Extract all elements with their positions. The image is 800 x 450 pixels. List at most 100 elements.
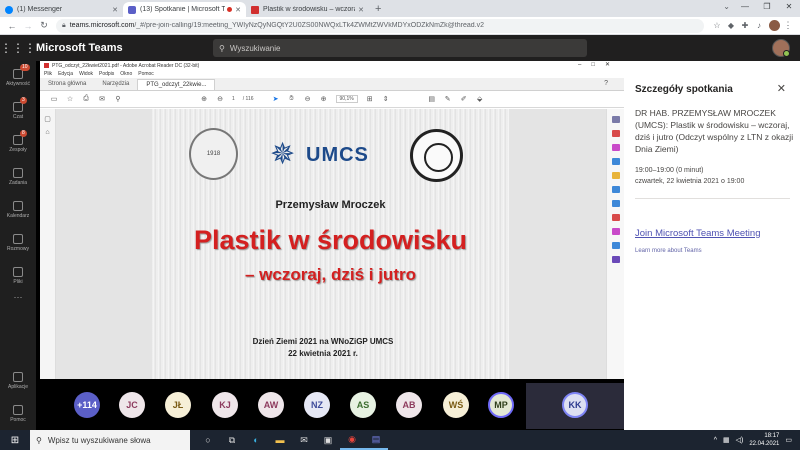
participant-avatar[interactable]: JŁ xyxy=(165,392,191,418)
app-launcher-icon[interactable]: ⋮⋮⋮ xyxy=(0,41,36,55)
tab-pdf[interactable]: Plastik w środowisku – wczoraj, d ✕ xyxy=(246,2,369,17)
teams-taskbar-icon[interactable]: ▤ xyxy=(364,430,388,450)
tab-search-icon[interactable]: ⌄ xyxy=(723,2,730,11)
maximize-icon[interactable]: ❐ xyxy=(756,0,778,14)
rail-label: Zespoły xyxy=(9,146,27,153)
comment-icon: ▤ xyxy=(428,96,436,103)
back-icon[interactable]: ← xyxy=(4,21,20,31)
network-icon[interactable]: ▦ xyxy=(723,436,730,444)
files-icon xyxy=(13,266,23,277)
volume-icon[interactable]: ◁) xyxy=(736,436,744,444)
rail-item-calendar[interactable]: Kalendarz xyxy=(0,193,36,226)
store-icon[interactable]: ▣ xyxy=(316,430,340,450)
participant-avatar[interactable]: JC xyxy=(119,392,145,418)
rail-item-teams[interactable]: 8 Zespoły xyxy=(0,127,36,160)
notifications-icon[interactable]: ▭ xyxy=(785,436,792,444)
forward-icon[interactable]: → xyxy=(20,21,36,31)
mail-icon[interactable]: ✉ xyxy=(292,430,316,450)
windows-taskbar: ⊞ ⚲ Wpisz tu wyszukiwane słowa ○ ⧉ ◐ ▬ ✉… xyxy=(0,430,800,450)
rail-item-activity[interactable]: 10 Aktywność xyxy=(0,61,36,94)
url-path: /_#/pre-join-calling/19:meeting_YWIyNzQy… xyxy=(134,22,484,29)
participant-avatar[interactable]: AW xyxy=(258,392,284,418)
participant-avatar[interactable]: KJ xyxy=(212,392,238,418)
search-input[interactable]: ⚲ Wyszukiwanie xyxy=(213,39,587,57)
new-tab-icon[interactable]: + xyxy=(369,2,387,17)
page-down-icon: ⊖ xyxy=(217,96,223,103)
media-icon[interactable]: ♪ xyxy=(752,21,766,30)
ptg-seal-logo: 1918 xyxy=(189,128,238,180)
search-icon: ⚲ xyxy=(219,43,225,53)
slide-title: Plastik w środowisku xyxy=(193,225,468,255)
acrobat-tab-home: Strona główna xyxy=(48,81,87,87)
help-icon xyxy=(13,404,23,415)
zoom-level: 90,1% xyxy=(335,95,358,103)
chevron-up-icon[interactable]: ^ xyxy=(714,437,717,444)
reload-icon[interactable]: ↻ xyxy=(36,20,52,31)
acrobat-window-controls: –□✕ xyxy=(578,62,620,68)
acrobat-toolbar: ▭ ☆ ⎙ ✉ ⚲ ⊕ ⊖ 1 / 116 ➤ ✋︎ ⊖ ⊕ 90,1% ⊞ ⇕… xyxy=(40,91,624,108)
details-title: Szczegóły spotkania xyxy=(635,84,733,95)
rail-item-calls[interactable]: Rozmowy xyxy=(0,226,36,259)
page-total: / 116 xyxy=(242,96,254,102)
shared-acrobat-window: PTG_odczyt_22kwiet2021.pdf - Adobe Acrob… xyxy=(40,61,624,379)
browser-tab-strip: (1) Messenger ✕ (13) Spotkanie | Microso… xyxy=(0,0,800,17)
participant-avatar[interactable]: AB xyxy=(396,392,422,418)
self-video-tile: KK xyxy=(526,383,624,429)
more-apps-icon[interactable]: ··· xyxy=(0,292,36,310)
rail-item-help[interactable]: Pomoc xyxy=(0,397,36,430)
umcs-logo-text: UMCS xyxy=(306,143,369,166)
bookmark-star-icon: ☆ xyxy=(66,96,74,103)
taskbar-apps: ○ ⧉ ◐ ▬ ✉ ▣ ◉ ▤ xyxy=(196,430,388,450)
chrome-icon[interactable]: ◉ xyxy=(340,430,364,450)
profile-avatar[interactable] xyxy=(769,20,780,31)
file-explorer-icon[interactable]: ▬ xyxy=(268,430,292,450)
star-icon[interactable]: ☆ xyxy=(710,21,724,30)
task-view-icon[interactable]: ⧉ xyxy=(220,430,244,450)
sign-icon: ⬙ xyxy=(477,96,483,103)
windows-start-icon[interactable]: ⊞ xyxy=(0,435,30,446)
menu-kebab-icon[interactable]: ⋮ xyxy=(780,20,796,31)
rail-label: Rozmowy xyxy=(7,245,29,252)
rail-item-files[interactable]: Pliki xyxy=(0,259,36,292)
participant-avatar[interactable]: NZ xyxy=(304,392,330,418)
rail-label: Kalendarz xyxy=(6,212,30,219)
phone-icon xyxy=(13,233,23,244)
tab-messenger[interactable]: (1) Messenger ✕ xyxy=(0,2,123,17)
more-participants-button[interactable]: +114 xyxy=(74,392,100,418)
meeting-details-pane: Szczegóły spotkania ✕ DR HAB. PRZEMYSŁAW… xyxy=(624,61,800,430)
participant-avatar[interactable]: WŚ xyxy=(443,392,469,418)
menu-item: Edycja xyxy=(58,71,74,77)
fit-icon: ⊞ xyxy=(366,96,373,103)
close-window-icon[interactable]: ✕ xyxy=(778,0,800,14)
puzzle-icon[interactable]: ✚ xyxy=(738,21,752,30)
close-icon[interactable]: ✕ xyxy=(358,6,364,14)
minimize-icon[interactable]: — xyxy=(734,0,756,14)
close-icon[interactable]: ✕ xyxy=(777,82,786,95)
rail-item-chat[interactable]: 3 Czat xyxy=(0,94,36,127)
rail-item-assignments[interactable]: Zadania xyxy=(0,160,36,193)
edge-icon[interactable]: ◐ xyxy=(244,430,268,450)
rail-item-apps[interactable]: Aplikacje xyxy=(0,364,36,397)
url-field[interactable]: 🔒︎ teams.microsoft.com /_#/pre-join-call… xyxy=(56,18,704,33)
extension-icon[interactable]: ◆ xyxy=(724,21,738,30)
learn-more-link[interactable]: Learn more about Teams xyxy=(635,248,702,254)
clock[interactable]: 18:17 22.04.2021 xyxy=(749,432,779,448)
participant-avatar[interactable]: AS xyxy=(350,392,376,418)
acrobat-tabs: Strona główna Narzędzia PTG_odczyt_22kwi… xyxy=(40,78,624,91)
acrobat-icon xyxy=(44,63,49,68)
active-speaker-avatar[interactable]: MP xyxy=(488,392,514,418)
close-icon[interactable]: ✕ xyxy=(112,6,118,14)
acrobat-window-title: PTG_odczyt_22kwiet2021.pdf - Adobe Acrob… xyxy=(52,62,200,69)
badge: 8 xyxy=(20,130,27,137)
user-avatar[interactable] xyxy=(772,39,790,57)
close-icon[interactable]: ✕ xyxy=(235,6,241,14)
search-tool-icon xyxy=(611,116,620,123)
slide-date: 22 kwietnia 2021 r. xyxy=(288,349,358,358)
tab-teams-meeting[interactable]: (13) Spotkanie | Microsoft Te ✕ xyxy=(123,2,246,17)
assignments-icon xyxy=(13,167,23,178)
join-meeting-link[interactable]: Join Microsoft Teams Meeting xyxy=(635,228,761,239)
menu-item: Widok xyxy=(79,71,93,77)
self-avatar[interactable]: KK xyxy=(562,392,588,418)
taskbar-search-input[interactable]: ⚲ Wpisz tu wyszukiwane słowa xyxy=(30,430,190,450)
cortana-icon[interactable]: ○ xyxy=(196,430,220,450)
